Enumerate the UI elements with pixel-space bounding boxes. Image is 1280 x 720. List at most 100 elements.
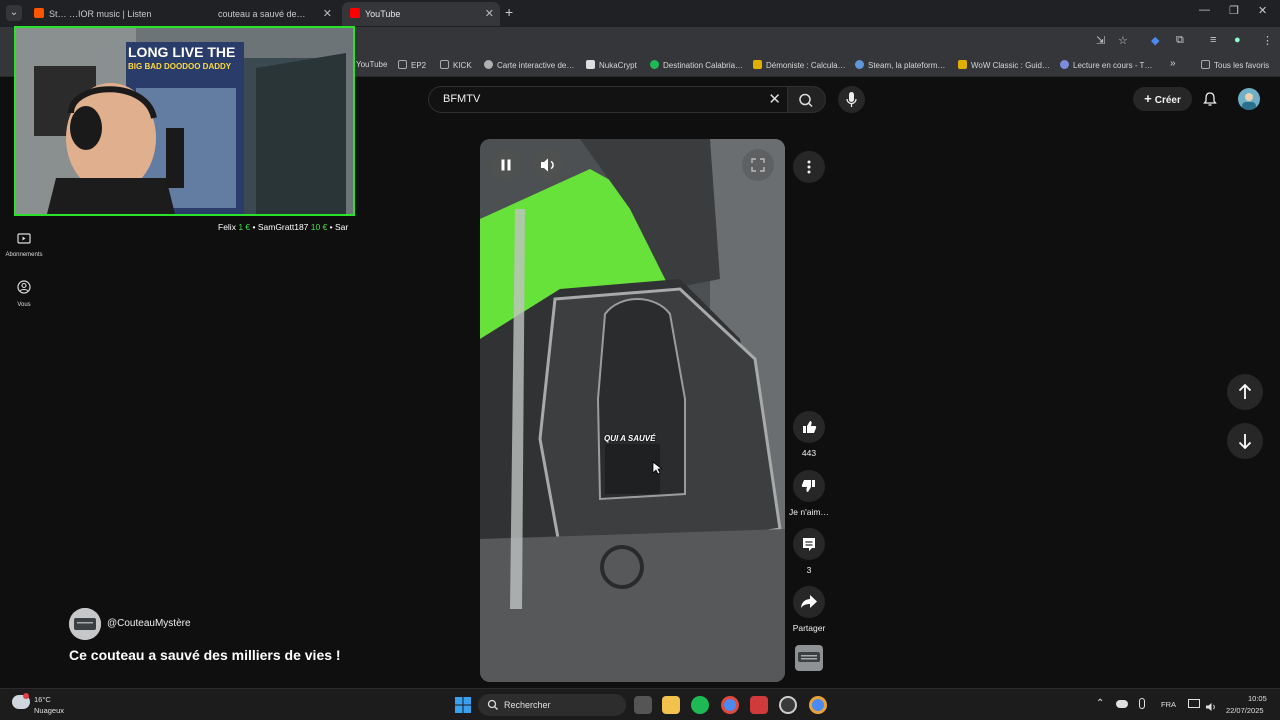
browser-menu-icon[interactable]: ⋮ xyxy=(1262,34,1273,47)
tab-music[interactable]: St… …IOR music | Listen xyxy=(28,2,178,26)
bookmark-label: KICK xyxy=(453,61,472,70)
bookmark-destination[interactable]: Destination Calabria… xyxy=(650,60,743,70)
arrow-up-icon xyxy=(1238,383,1252,399)
tab-search-button[interactable]: ⌄ xyxy=(6,5,22,21)
wowhead-icon xyxy=(753,60,762,69)
tab-couteau[interactable]: couteau a sauvé de… ✕ xyxy=(188,2,338,26)
dislike-action[interactable]: Je n'aim… xyxy=(789,470,829,517)
chrome-profile-icon[interactable] xyxy=(809,696,827,714)
tab-youtube[interactable]: YouTube ✕ xyxy=(342,2,500,26)
extension-shield-icon[interactable]: ◆ xyxy=(1151,34,1159,47)
poster-subtitle: BIG BAD DOODOO DADDY xyxy=(128,62,232,71)
bookmark-label: EP2 xyxy=(411,61,427,70)
bookmark-steam[interactable]: Steam, la plateform… xyxy=(855,60,945,70)
microphone-tray-icon[interactable] xyxy=(1139,698,1145,709)
donor-name: Felix xyxy=(218,222,239,232)
sidebar-item-abonnements[interactable]: Abonnements xyxy=(0,231,48,258)
avatar-image xyxy=(1242,93,1256,110)
search-button[interactable] xyxy=(788,86,826,113)
like-action[interactable]: 443 xyxy=(789,411,829,458)
create-label: Créer xyxy=(1154,95,1181,106)
volume-tray-icon[interactable] xyxy=(1205,699,1217,717)
bookmark-wow[interactable]: WoW Classic : Guid… xyxy=(958,60,1050,70)
chrome-icon[interactable] xyxy=(721,696,739,714)
weather-description: Nuageux xyxy=(34,706,65,715)
extensions-icon[interactable]: ⧉ xyxy=(1176,34,1184,47)
plus-icon: + xyxy=(1144,91,1152,106)
share-action[interactable]: Partager xyxy=(789,586,829,633)
spotify-icon xyxy=(650,60,659,69)
next-video-button[interactable] xyxy=(1227,423,1263,459)
notifications-button[interactable] xyxy=(1202,91,1218,112)
more-options-button[interactable] xyxy=(793,151,825,183)
close-tab-icon[interactable]: ✕ xyxy=(485,2,494,26)
comments-button[interactable] xyxy=(793,528,825,560)
start-button[interactable] xyxy=(455,697,471,713)
bookmark-star-icon[interactable]: ☆ xyxy=(1118,34,1128,47)
media-control-icon[interactable]: ≡ xyxy=(1210,34,1216,46)
volume-icon xyxy=(541,158,554,172)
weather-alert-badge xyxy=(23,693,29,699)
weather-temperature: 16°C xyxy=(34,695,51,704)
thumbs-down-icon xyxy=(801,480,815,492)
previous-video-button[interactable] xyxy=(1227,374,1263,410)
voice-search-button[interactable] xyxy=(838,86,865,113)
bookmark-carte[interactable]: Carte interactive de… xyxy=(484,60,574,70)
install-app-icon[interactable]: ⇲ xyxy=(1096,34,1105,47)
app-icon[interactable] xyxy=(750,696,768,714)
clock-time[interactable]: 10:05 xyxy=(1248,694,1267,703)
channel-name[interactable]: @CouteauMystère xyxy=(107,618,191,629)
clock-date[interactable]: 22/07/2025 xyxy=(1226,706,1264,715)
obs-icon[interactable] xyxy=(779,696,797,714)
fullscreen-button[interactable] xyxy=(742,149,774,181)
tray-overflow-icon[interactable]: ⌃ xyxy=(1096,698,1104,709)
shorts-video-player[interactable]: QUI A SAUVÉ xyxy=(480,139,785,682)
close-tab-icon[interactable]: ✕ xyxy=(323,2,332,26)
donor-name: SamGratt187 xyxy=(257,222,311,232)
language-indicator[interactable]: FRA xyxy=(1161,700,1176,709)
bookmark-demoniste[interactable]: Démoniste : Calcula… xyxy=(753,60,846,70)
comment-icon xyxy=(803,538,815,551)
restore-button[interactable]: ❐ xyxy=(1229,4,1239,17)
all-bookmarks[interactable]: Tous les favoris xyxy=(1201,60,1269,70)
sound-thumbnail[interactable] xyxy=(795,645,823,671)
close-window-button[interactable]: ✕ xyxy=(1258,4,1267,17)
bookmark-ep2[interactable]: EP2 xyxy=(398,60,426,70)
search-query-text: BFMTV xyxy=(443,93,481,105)
sidebar-item-vous[interactable]: Vous xyxy=(0,280,48,308)
channel-avatar[interactable] xyxy=(69,608,101,640)
task-view-icon[interactable] xyxy=(634,696,652,714)
bookmark-label: Steam, la plateform… xyxy=(868,61,946,70)
bookmark-youtube[interactable]: YouTube xyxy=(356,60,387,69)
dislike-button[interactable] xyxy=(793,470,825,502)
folder-icon xyxy=(440,60,449,69)
share-button[interactable] xyxy=(793,586,825,618)
bookmark-kick[interactable]: KICK xyxy=(440,60,472,70)
onedrive-icon[interactable] xyxy=(1116,700,1128,708)
file-explorer-icon[interactable] xyxy=(662,696,680,714)
minimize-button[interactable]: — xyxy=(1199,4,1210,16)
pause-button[interactable] xyxy=(490,149,522,181)
search-icon xyxy=(487,699,498,710)
bookmark-lecture[interactable]: Lecture en cours - T… xyxy=(1060,60,1152,70)
new-tab-button[interactable]: + xyxy=(505,4,513,20)
like-count: 443 xyxy=(801,448,817,458)
clear-search-icon[interactable]: ✕ xyxy=(768,90,781,108)
like-button[interactable] xyxy=(793,411,825,443)
network-icon[interactable] xyxy=(1188,699,1200,708)
account-avatar[interactable] xyxy=(1238,88,1260,110)
volume-button[interactable] xyxy=(532,149,564,181)
bookmarks-overflow-button[interactable]: » xyxy=(1170,58,1176,69)
folder-icon xyxy=(398,60,407,69)
bookmark-nukacrypt[interactable]: NukaCrypt xyxy=(586,60,637,70)
profile-icon[interactable]: ● xyxy=(1234,34,1241,46)
taskbar-search-input[interactable]: Rechercher xyxy=(478,694,626,716)
bookmark-label: Carte interactive de… xyxy=(497,61,575,70)
create-button[interactable]: + Créer xyxy=(1133,87,1192,111)
search-input[interactable]: BFMTV ✕ xyxy=(428,86,788,113)
spotify-icon[interactable] xyxy=(691,696,709,714)
bookmark-label: WoW Classic : Guid… xyxy=(971,61,1050,70)
donation-ticker: Felix 1 € • SamGratt187 10 € • Sar xyxy=(218,222,348,232)
comments-action[interactable]: 3 xyxy=(789,528,829,575)
tab-title: YouTube xyxy=(365,9,401,19)
